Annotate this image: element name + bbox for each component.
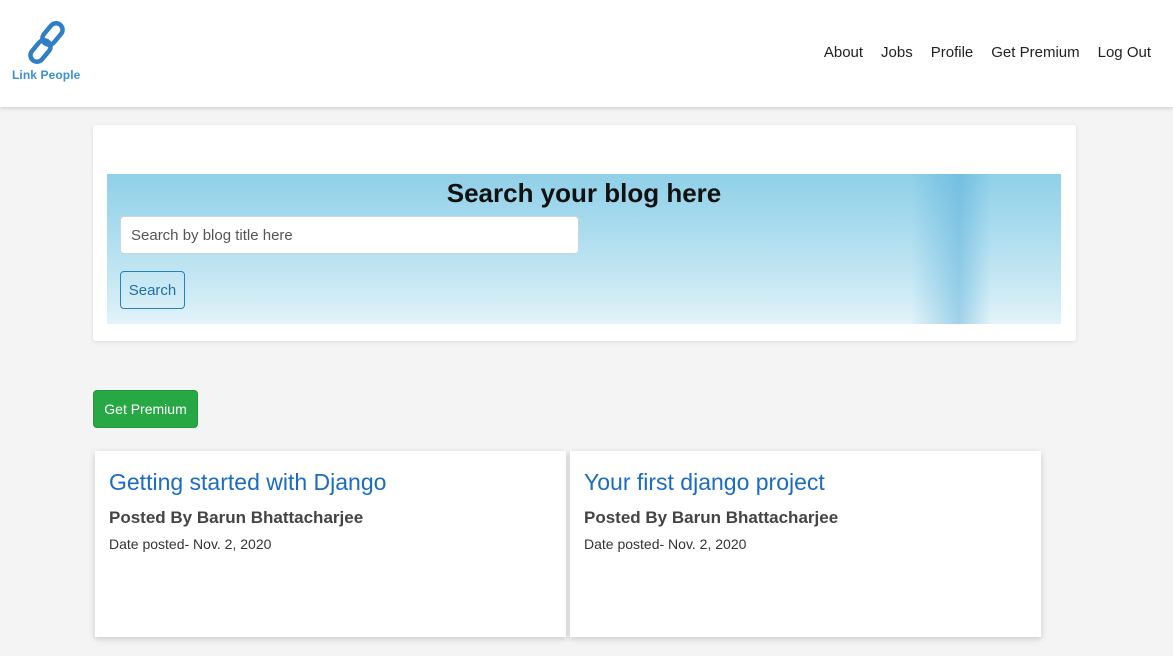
post-date: Date posted- Nov. 2, 2020	[109, 536, 272, 552]
brand-logo[interactable]: Link People	[12, 20, 92, 82]
author-prefix: Posted By	[109, 508, 193, 527]
nav-log-out[interactable]: Log Out	[1098, 44, 1151, 61]
nav-profile[interactable]: Profile	[931, 44, 974, 61]
navbar: Link People About Jobs Profile Get Premi…	[0, 0, 1173, 107]
nav-about[interactable]: About	[824, 44, 863, 61]
author-prefix: Posted By	[584, 508, 668, 527]
nav-links: About Jobs Profile Get Premium Log Out	[806, 44, 1151, 61]
search-button[interactable]: Search	[120, 271, 185, 309]
author-name: Barun Bhattacharjee	[196, 508, 364, 527]
search-banner: Search your blog here Search	[107, 174, 1061, 324]
post-date: Date posted- Nov. 2, 2020	[584, 536, 747, 552]
post-title-link[interactable]: Getting started with Django	[109, 469, 386, 496]
nav-jobs[interactable]: Jobs	[881, 44, 913, 61]
search-title: Search your blog here	[446, 178, 722, 208]
post-author: Posted By Barun Bhattacharjee	[109, 508, 363, 528]
get-premium-button[interactable]: Get Premium	[93, 390, 198, 428]
post-card: Getting started with Django Posted By Ba…	[95, 451, 566, 637]
post-card: Your first django project Posted By Baru…	[570, 451, 1041, 637]
search-card: Search your blog here Search	[93, 125, 1076, 341]
search-input[interactable]	[120, 216, 579, 254]
post-author: Posted By Barun Bhattacharjee	[584, 508, 838, 528]
post-title-link[interactable]: Your first django project	[584, 469, 825, 496]
chain-link-icon	[28, 21, 65, 64]
nav-get-premium[interactable]: Get Premium	[991, 44, 1079, 61]
brand-name: Link People	[12, 68, 81, 82]
author-name: Barun Bhattacharjee	[671, 508, 839, 527]
